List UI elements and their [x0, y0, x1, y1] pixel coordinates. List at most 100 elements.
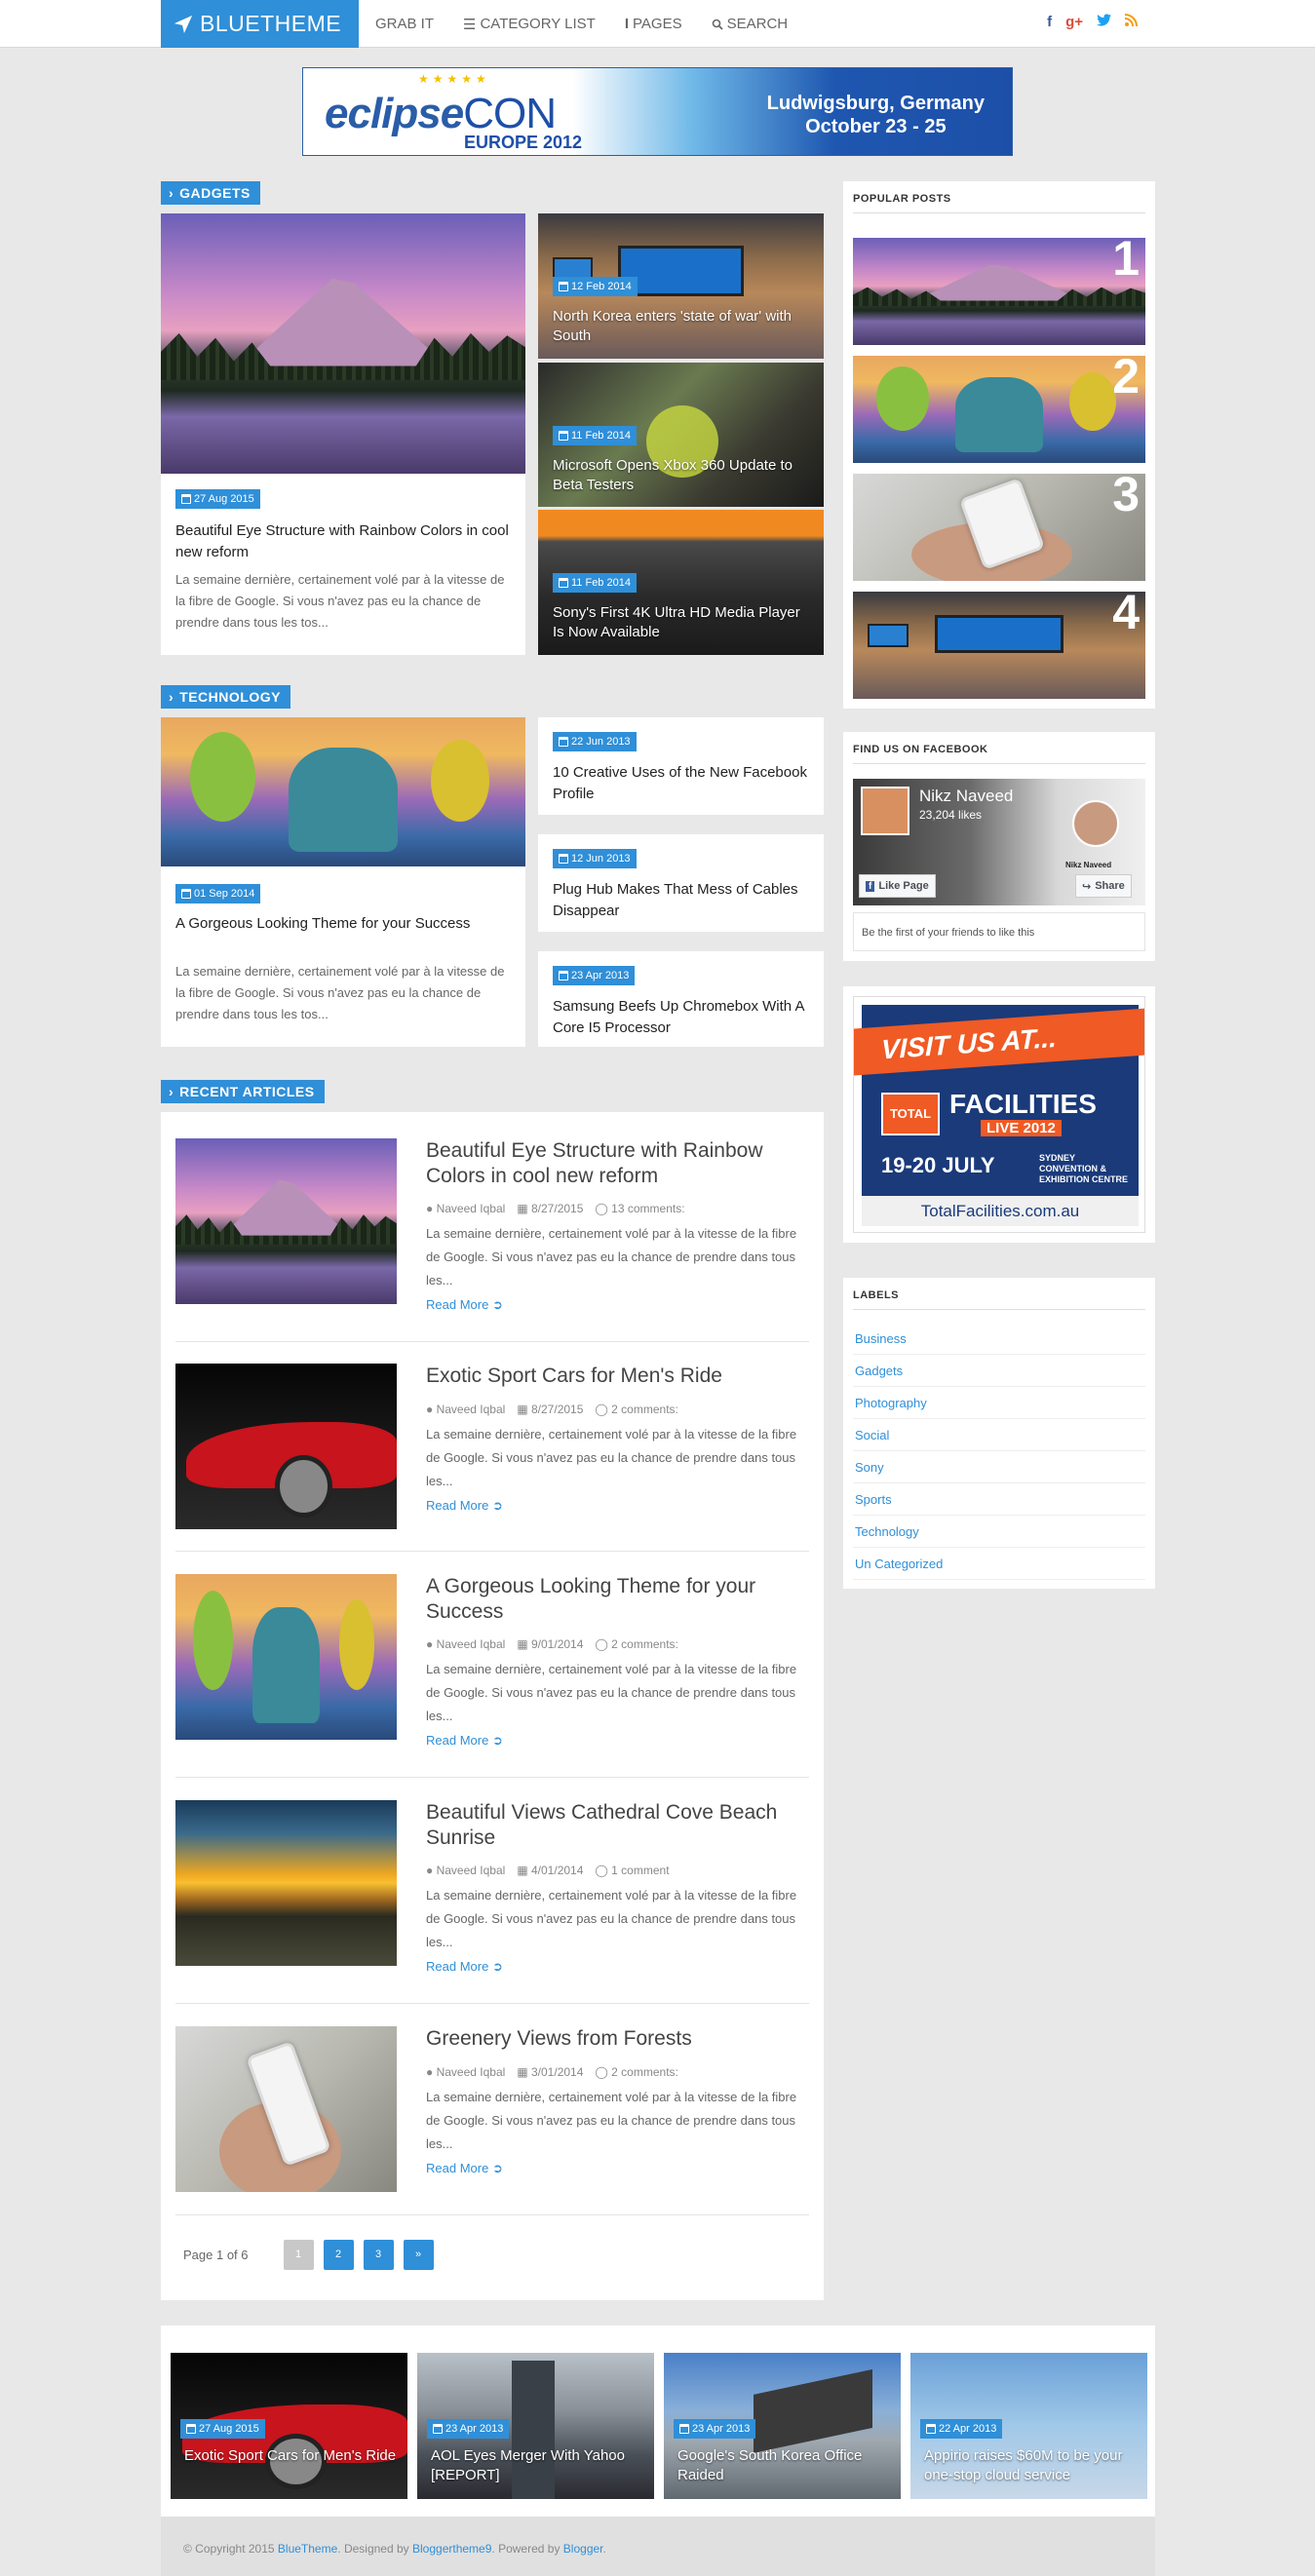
- brand-logo[interactable]: BLUETHEME: [161, 0, 359, 48]
- blogger-link[interactable]: Blogger: [563, 2542, 603, 2556]
- label-link[interactable]: Un Categorized: [853, 1548, 1145, 1580]
- bottom-featured-post[interactable]: 23 Apr 2013 AOL Eyes Merger With Yahoo […: [417, 2353, 654, 2499]
- facilities-ad[interactable]: VISIT US AT... TOTAL FACILITIES LIVE 201…: [853, 996, 1145, 1233]
- rss-icon[interactable]: [1124, 14, 1138, 30]
- post-title[interactable]: Greenery Views from Forests: [426, 2026, 806, 2052]
- read-more-link[interactable]: Read More ➲: [426, 1498, 503, 1514]
- popular-post-3[interactable]: 3: [853, 474, 1145, 581]
- read-more-link[interactable]: Read More ➲: [426, 1733, 503, 1749]
- calendar-icon: [186, 2424, 196, 2434]
- comments-meta[interactable]: ◯ 2 comments:: [595, 1637, 677, 1651]
- post-title[interactable]: Plug Hub Makes That Mess of Cables Disap…: [553, 879, 811, 922]
- user-icon: ●: [426, 1403, 434, 1416]
- read-more-link[interactable]: Read More ➲: [426, 1959, 503, 1975]
- post-title[interactable]: Appirio raises $60M to be your one-stop …: [924, 2446, 1143, 2485]
- page-2-button[interactable]: 2: [323, 2240, 354, 2270]
- eclipsecon-banner-ad[interactable]: ★★★★★ eclipseCON EUROPE 2012 Ludwigsburg…: [302, 67, 1013, 156]
- section-label-recent-articles[interactable]: › RECENT ARTICLES: [161, 1080, 325, 1103]
- read-more-link[interactable]: Read More ➲: [426, 2161, 503, 2176]
- post-title[interactable]: Exotic Sport Cars for Men's Ride: [184, 2446, 399, 2466]
- rank-number: 2: [1112, 356, 1140, 404]
- label-link[interactable]: Photography: [853, 1387, 1145, 1419]
- page-1-button[interactable]: 1: [283, 2240, 314, 2270]
- banner-place: Ludwigsburg, Germany October 23 - 25: [767, 92, 985, 138]
- gadgets-side-post[interactable]: 11 Feb 2014 Sony's First 4K Ultra HD Med…: [538, 510, 824, 655]
- next-page-button[interactable]: »: [403, 2240, 434, 2270]
- label-link[interactable]: Gadgets: [853, 1355, 1145, 1387]
- post-thumbnail[interactable]: [161, 717, 525, 866]
- facebook-icon: f: [866, 880, 875, 892]
- designer-link[interactable]: Bloggertheme9: [412, 2542, 491, 2556]
- post-title[interactable]: Beautiful Eye Structure with Rainbow Col…: [426, 1138, 806, 1189]
- label-link[interactable]: Social: [853, 1419, 1145, 1451]
- post-thumbnail[interactable]: [175, 1800, 397, 1966]
- post-title[interactable]: AOL Eyes Merger With Yahoo [REPORT]: [431, 2446, 645, 2485]
- post-title[interactable]: Google's South Korea Office Raided: [677, 2446, 892, 2485]
- nav-category-list[interactable]: ☰ CATEGORY LIST: [463, 16, 596, 33]
- popular-post-2[interactable]: 2: [853, 356, 1145, 463]
- comments-meta[interactable]: ◯ 2 comments:: [595, 2065, 677, 2079]
- post-title[interactable]: North Korea enters 'state of war' with S…: [553, 307, 811, 346]
- comments-meta[interactable]: ◯ 13 comments:: [595, 1202, 684, 1215]
- facebook-page-cover[interactable]: Nikz Naveed 23,204 likes Nikz Naveed f Li…: [853, 779, 1145, 905]
- date-badge: 27 Aug 2015: [180, 2419, 265, 2439]
- fb-like-page-button[interactable]: f Like Page: [859, 874, 936, 898]
- gadgets-side-post[interactable]: 12 Feb 2014 North Korea enters 'state of…: [538, 213, 824, 359]
- page-3-button[interactable]: 3: [363, 2240, 394, 2270]
- popular-post-4[interactable]: 4: [853, 592, 1145, 699]
- post-title[interactable]: Sony's First 4K Ultra HD Media Player Is…: [553, 603, 811, 642]
- post-title[interactable]: Microsoft Opens Xbox 360 Update to Beta …: [553, 456, 811, 495]
- post-meta: ● Naveed Iqbal ▦ 4/01/2014 ◯ 1 comment: [426, 1864, 670, 1877]
- post-thumbnail[interactable]: [161, 213, 525, 474]
- post-title[interactable]: Beautiful Views Cathedral Cove Beach Sun…: [426, 1800, 806, 1851]
- calendar-icon: [559, 431, 568, 441]
- post-title[interactable]: Exotic Sport Cars for Men's Ride: [426, 1364, 806, 1389]
- bottom-featured-post[interactable]: 27 Aug 2015 Exotic Sport Cars for Men's …: [171, 2353, 407, 2499]
- post-title[interactable]: 10 Creative Uses of the New Facebook Pro…: [553, 762, 811, 805]
- post-title[interactable]: A Gorgeous Looking Theme for your Succes…: [426, 1574, 806, 1625]
- chevron-right-icon: ›: [169, 689, 174, 705]
- bottom-featured-post[interactable]: 23 Apr 2013 Google's South Korea Office …: [664, 2353, 901, 2499]
- divider: [175, 1551, 809, 1552]
- post-thumbnail[interactable]: [175, 1364, 397, 1529]
- chevron-right-icon: ›: [169, 185, 174, 201]
- technology-main-post[interactable]: 01 Sep 2014 A Gorgeous Looking Theme for…: [161, 717, 525, 1047]
- facebook-icon[interactable]: f: [1047, 14, 1052, 30]
- label-link[interactable]: Technology: [853, 1516, 1145, 1548]
- section-label-technology[interactable]: › TECHNOLOGY: [161, 685, 290, 709]
- nav-pages[interactable]: i PAGES: [625, 16, 682, 32]
- section-label-gadgets[interactable]: › GADGETS: [161, 181, 260, 205]
- post-thumbnail[interactable]: [175, 2026, 397, 2192]
- popular-post-1[interactable]: 1: [853, 238, 1145, 345]
- fb-page-name[interactable]: Nikz Naveed: [919, 787, 1013, 806]
- label-link[interactable]: Sony: [853, 1451, 1145, 1483]
- technology-side-post[interactable]: 22 Jun 2013 10 Creative Uses of the New …: [538, 717, 824, 815]
- calendar-icon: [559, 737, 568, 747]
- post-thumbnail[interactable]: [175, 1138, 397, 1304]
- nav-grab-it[interactable]: GRAB IT: [375, 16, 434, 32]
- gadgets-side-post[interactable]: 11 Feb 2014 Microsoft Opens Xbox 360 Upd…: [538, 363, 824, 507]
- comment-icon: ◯: [595, 1864, 608, 1877]
- google-plus-icon[interactable]: g+: [1065, 14, 1083, 30]
- date-meta: ▦ 8/27/2015: [517, 1202, 584, 1215]
- post-title[interactable]: Beautiful Eye Structure with Rainbow Col…: [175, 520, 512, 563]
- fb-share-button[interactable]: ↪ Share: [1075, 874, 1132, 898]
- site-link[interactable]: BlueTheme: [278, 2542, 337, 2556]
- date-badge: 12 Feb 2014: [553, 277, 638, 296]
- technology-side-post[interactable]: 12 Jun 2013 Plug Hub Makes That Mess of …: [538, 834, 824, 932]
- twitter-icon[interactable]: [1097, 14, 1111, 30]
- read-more-link[interactable]: Read More ➲: [426, 1297, 503, 1313]
- post-title[interactable]: A Gorgeous Looking Theme for your Succes…: [175, 913, 487, 935]
- label-link[interactable]: Business: [853, 1323, 1145, 1355]
- nav-search[interactable]: SEARCH: [712, 16, 788, 32]
- comments-meta[interactable]: ◯ 1 comment: [595, 1864, 669, 1877]
- label-link[interactable]: Sports: [853, 1483, 1145, 1516]
- bottom-featured-post[interactable]: 22 Apr 2013 Appirio raises $60M to be yo…: [910, 2353, 1147, 2499]
- post-title[interactable]: Samsung Beefs Up Chromebox With A Core I…: [553, 996, 811, 1039]
- technology-side-post[interactable]: 23 Apr 2013 Samsung Beefs Up Chromebox W…: [538, 951, 824, 1047]
- post-excerpt: La semaine dernière, certainement volé p…: [175, 964, 505, 1021]
- comments-meta[interactable]: ◯ 2 comments:: [595, 1403, 677, 1416]
- date-badge: 22 Jun 2013: [553, 732, 637, 751]
- gadgets-main-post[interactable]: 27 Aug 2015 Beautiful Eye Structure with…: [161, 213, 525, 655]
- post-thumbnail[interactable]: [175, 1574, 397, 1740]
